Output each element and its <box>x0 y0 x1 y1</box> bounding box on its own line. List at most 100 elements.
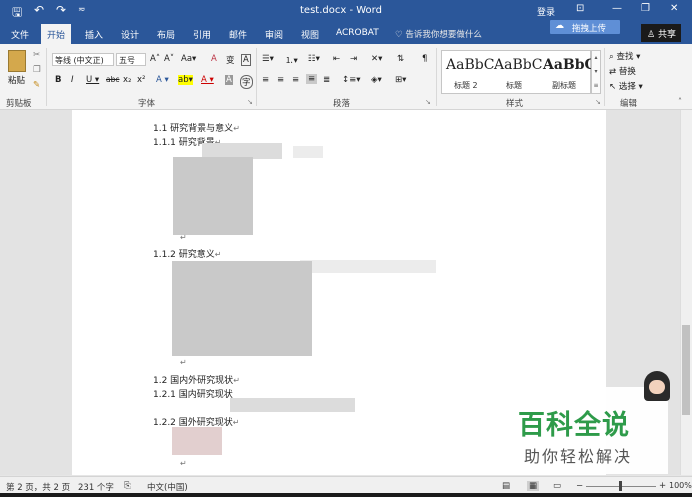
styles-dialog-launcher-icon[interactable]: ↘ <box>595 98 601 106</box>
zoom-out-icon[interactable]: − <box>576 481 583 491</box>
character-border-icon[interactable]: A <box>241 54 251 66</box>
page-count[interactable]: 第 2 页，共 2 页 <box>6 481 70 493</box>
decrease-indent-icon[interactable]: ⇤ <box>333 54 340 64</box>
minimize-icon[interactable]: — <box>612 3 622 14</box>
style-sample-subtitle[interactable]: AaBbC <box>543 57 596 73</box>
enclose-characters-icon[interactable]: 字 <box>240 75 253 89</box>
grow-font-icon[interactable]: A˄ <box>150 54 160 64</box>
group-label-editing: 编辑 <box>620 99 638 109</box>
redo-icon[interactable]: ↷ <box>56 3 66 17</box>
heading-1-2-1[interactable]: 1.2.1 国内研究现状 <box>153 387 233 400</box>
style-label-title[interactable]: 标题 <box>506 80 522 91</box>
tab-home[interactable]: 开始 <box>41 24 72 44</box>
ribbon-display-options-icon[interactable]: ⊡ <box>576 3 584 14</box>
italic-icon[interactable]: I <box>71 75 74 85</box>
highlight-color-icon[interactable]: ab▾ <box>178 75 193 85</box>
copy-icon[interactable]: ❐ <box>33 65 41 75</box>
language-indicator[interactable]: 中文(中国) <box>147 481 188 493</box>
share-button[interactable]: ♙ 共享 <box>641 24 681 42</box>
word-count[interactable]: 231 个字 <box>78 481 114 493</box>
tab-mailings[interactable]: 邮件 <box>229 28 247 41</box>
shrink-font-icon[interactable]: A˅ <box>164 54 174 64</box>
paragraph-dialog-launcher-icon[interactable]: ↘ <box>425 98 431 106</box>
borders-icon[interactable]: ⊞▾ <box>395 75 406 85</box>
tab-references[interactable]: 引用 <box>193 28 211 41</box>
font-color-icon[interactable]: A ▾ <box>201 75 214 85</box>
zoom-in-icon[interactable]: + <box>659 481 666 491</box>
show-hide-marks-icon[interactable]: ¶ <box>422 54 427 64</box>
tell-me-text: 告诉我你想要做什么 <box>405 30 482 40</box>
superscript-icon[interactable]: x² <box>137 75 145 85</box>
shading-icon[interactable]: ◈▾ <box>371 75 382 85</box>
customize-quick-access-icon[interactable]: ≂ <box>78 5 86 15</box>
select-button[interactable]: ↖ 选择 ▾ <box>609 80 643 92</box>
save-icon[interactable]: 🖫 <box>12 3 22 24</box>
bold-icon[interactable]: B <box>55 75 61 85</box>
person-icon: ♙ <box>647 30 656 40</box>
justify-icon[interactable]: ≡ <box>306 74 318 84</box>
tab-file[interactable]: 文件 <box>11 28 29 41</box>
strikethrough-icon[interactable]: abc <box>106 75 119 84</box>
collapse-ribbon-icon[interactable]: ˄ <box>678 97 682 106</box>
styles-scroll[interactable]: ▴ ▾ ≡ <box>591 50 601 94</box>
zoom-level[interactable]: 100% <box>669 481 692 490</box>
font-dialog-launcher-icon[interactable]: ↘ <box>247 98 253 106</box>
numbering-icon[interactable]: ⒈▾ <box>285 54 298 66</box>
login-button[interactable]: 登录 <box>537 5 555 18</box>
tab-review[interactable]: 审阅 <box>265 28 283 41</box>
tab-insert[interactable]: 插入 <box>85 28 103 41</box>
subscript-icon[interactable]: x₂ <box>123 75 131 85</box>
restore-icon[interactable]: ❐ <box>641 3 650 14</box>
undo-icon[interactable]: ↶ <box>34 3 44 17</box>
font-name-select[interactable]: 等线 (中文正) <box>52 53 114 66</box>
proofing-icon[interactable]: ⎘ <box>124 481 131 491</box>
read-mode-icon[interactable]: ▤ <box>502 481 510 491</box>
ribbon: 粘贴 ✂ ❐ ✎ 剪贴板 等线 (中文正) 五号 A˄ A˅ Aa▾ A 变 A… <box>0 44 692 110</box>
style-sample-title[interactable]: AaBbC <box>494 57 542 73</box>
tab-design[interactable]: 设计 <box>121 28 139 41</box>
tab-layout[interactable]: 布局 <box>157 28 175 41</box>
sort-icon[interactable]: ⇅ <box>397 54 404 64</box>
tell-me-search[interactable]: ♡ 告诉我你想要做什么 <box>395 28 482 40</box>
web-layout-icon[interactable]: ▭ <box>553 481 561 491</box>
clear-formatting-icon[interactable]: A <box>211 54 217 64</box>
group-label-styles: 样式 <box>506 99 524 109</box>
heading-1-1-2[interactable]: 1.1.2 研究意义↵ <box>153 247 221 260</box>
line-spacing-icon[interactable]: ↕≡▾ <box>342 75 361 85</box>
character-shading-icon[interactable]: A <box>225 75 233 85</box>
paste-icon[interactable] <box>8 50 26 72</box>
scrollbar-thumb[interactable] <box>682 325 690 415</box>
text-effects-icon[interactable]: A ▾ <box>156 75 169 85</box>
font-size-select[interactable]: 五号 <box>116 53 146 66</box>
paragraph-mark: ↵ <box>233 124 240 133</box>
chinese-layout-icon[interactable]: ✕▾ <box>371 54 382 64</box>
zoom-slider-thumb[interactable] <box>619 481 622 491</box>
replace-button[interactable]: ⇄ 替换 <box>609 65 636 77</box>
distributed-icon[interactable]: ≣ <box>323 75 330 85</box>
underline-icon[interactable]: U ▾ <box>86 75 99 85</box>
heading-1-2[interactable]: 1.2 国内外研究现状↵ <box>153 373 240 386</box>
cut-icon[interactable]: ✂ <box>33 50 40 60</box>
style-sample-heading2[interactable]: AaBbC <box>446 57 494 73</box>
upload-button[interactable]: ☁ 拖拽上传 <box>550 20 620 34</box>
find-button[interactable]: ⌕ 查找 ▾ <box>609 50 640 62</box>
align-right-icon[interactable]: ≡ <box>292 75 299 85</box>
multilevel-list-icon[interactable]: ☷▾ <box>308 54 320 64</box>
bullets-icon[interactable]: ☰▾ <box>262 54 274 64</box>
tab-acrobat[interactable]: ACROBAT <box>336 28 379 38</box>
close-icon[interactable]: ✕ <box>670 3 678 14</box>
align-center-icon[interactable]: ≡ <box>277 75 284 85</box>
style-label-heading2[interactable]: 标题 2 <box>454 80 478 91</box>
style-label-subtitle[interactable]: 副标题 <box>552 80 576 91</box>
vertical-scrollbar[interactable] <box>680 110 692 475</box>
phonetic-guide-icon[interactable]: 变 <box>226 54 235 66</box>
change-case-icon[interactable]: Aa▾ <box>181 54 196 64</box>
share-label: 共享 <box>657 30 676 40</box>
align-left-icon[interactable]: ≡ <box>262 75 269 85</box>
format-painter-icon[interactable]: ✎ <box>33 80 40 90</box>
tab-view[interactable]: 视图 <box>301 28 319 41</box>
heading-1-1[interactable]: 1.1 研究背景与意义↵ <box>153 121 240 134</box>
print-layout-icon[interactable]: ▦ <box>527 481 540 491</box>
increase-indent-icon[interactable]: ⇥ <box>350 54 357 64</box>
paste-label[interactable]: 粘贴 <box>8 74 25 86</box>
